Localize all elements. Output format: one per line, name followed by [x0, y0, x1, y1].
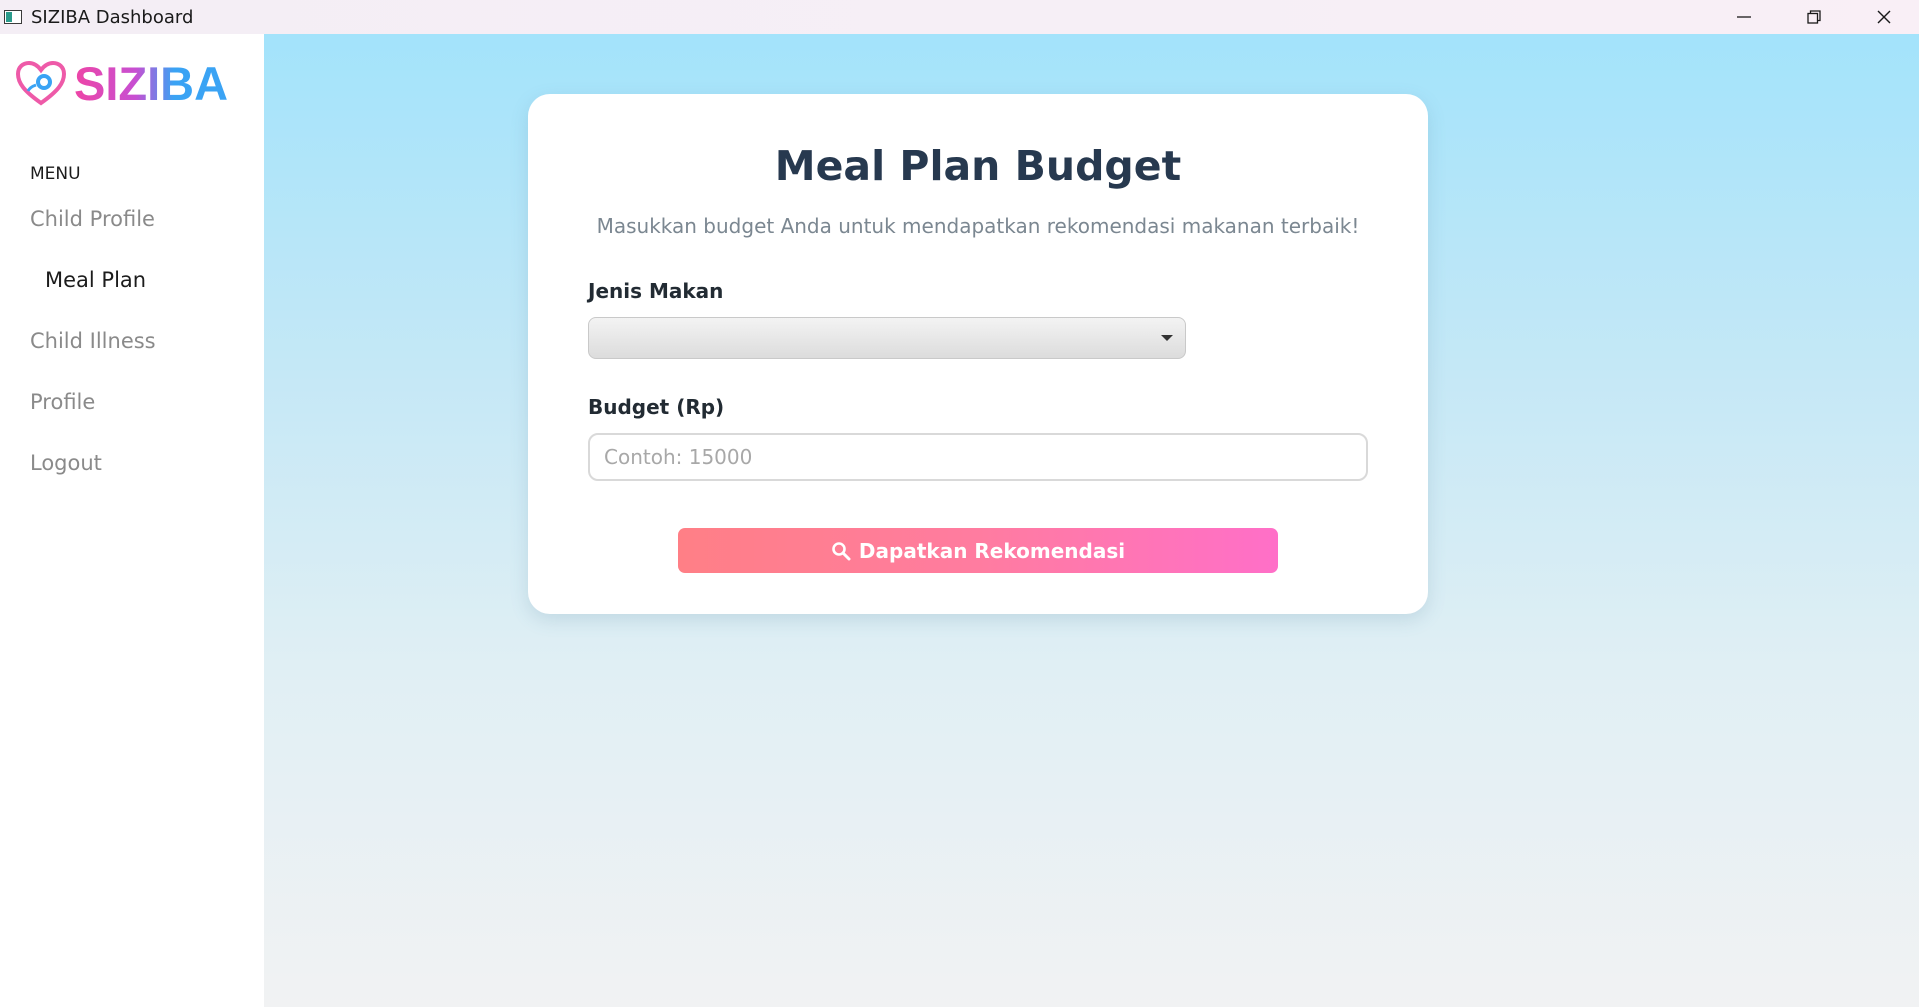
logo: SIZIBA [16, 56, 228, 111]
window-titlebar: SIZIBA Dashboard [0, 0, 1919, 34]
meal-type-label: Jenis Makan [588, 279, 724, 303]
restore-icon [1807, 10, 1821, 24]
sidebar-item-logout[interactable]: Logout [30, 451, 102, 475]
restore-button[interactable] [1779, 0, 1849, 34]
get-recommendation-button[interactable]: Dapatkan Rekomendasi [678, 528, 1278, 573]
budget-label: Budget (Rp) [588, 395, 725, 419]
minimize-button[interactable] [1709, 0, 1779, 34]
sidebar-item-child-illness[interactable]: Child Illness [30, 329, 156, 353]
logo-text: SIZIBA [74, 57, 229, 110]
minimize-icon [1737, 16, 1751, 18]
chevron-down-icon [1161, 335, 1173, 341]
sidebar-item-meal-plan[interactable]: Meal Plan [45, 268, 146, 292]
close-icon [1877, 10, 1891, 24]
meal-plan-card: Meal Plan Budget Masukkan budget Anda un… [528, 94, 1428, 614]
menu-heading: MENU [30, 164, 81, 184]
heart-logo-icon [16, 60, 66, 105]
get-recommendation-label: Dapatkan Rekomendasi [858, 538, 1126, 563]
search-icon [832, 541, 851, 560]
window-controls [1709, 0, 1919, 34]
budget-input[interactable] [588, 433, 1368, 481]
main-content: Meal Plan Budget Masukkan budget Anda un… [264, 34, 1919, 1007]
page-subtitle: Masukkan budget Anda untuk mendapatkan r… [596, 214, 1360, 238]
app-icon [3, 8, 25, 26]
window-title: SIZIBA Dashboard [31, 6, 194, 28]
page-title: Meal Plan Budget [774, 142, 1182, 190]
meal-type-select[interactable] [588, 317, 1186, 359]
close-button[interactable] [1849, 0, 1919, 34]
sidebar-item-child-profile[interactable]: Child Profile [30, 207, 155, 231]
sidebar-item-profile[interactable]: Profile [30, 390, 95, 414]
sidebar: SIZIBA MENU Child Profile Meal Plan Chil… [0, 34, 264, 1007]
